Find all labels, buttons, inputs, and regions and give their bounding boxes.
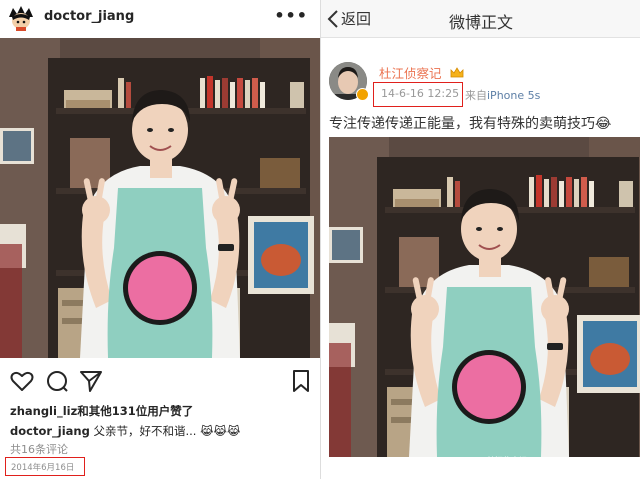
verified-badge-icon: [356, 88, 369, 101]
source-prefix: 来自: [465, 89, 487, 102]
source-device[interactable]: iPhone 5s: [487, 89, 540, 102]
heart-icon[interactable]: [9, 368, 35, 394]
back-chevron-icon: [327, 9, 338, 28]
post-source: 来自iPhone 5s: [465, 87, 540, 103]
weibo-post-panel: 微博正文 返回 杜江侦察记 14-6-16 12:25 来自iPhone 5s …: [320, 0, 640, 479]
share-icon[interactable]: [78, 368, 104, 394]
likes-count[interactable]: zhangli_liz和其他131位用户赞了: [10, 403, 193, 419]
post-date: 2014年6月16日: [11, 463, 75, 473]
back-label: 返回: [341, 10, 372, 28]
photo-watermark: @杜江侦察记: [479, 456, 527, 465]
comment-icon[interactable]: [44, 368, 70, 394]
view-comments-link[interactable]: 共16条评论: [10, 441, 68, 457]
instagram-post-panel: doctor_jiang ••• zhangli_liz和其他131位用户赞了 …: [0, 0, 320, 479]
bookmark-icon[interactable]: [288, 368, 314, 394]
caption-text: 父亲节，好不和谐... 😹😹😹: [89, 424, 241, 438]
post-photo[interactable]: [0, 38, 320, 358]
top-nav-bar: 微博正文 返回: [321, 0, 640, 38]
post-username[interactable]: doctor_jiang: [44, 9, 134, 24]
caption-username[interactable]: doctor_jiang: [10, 424, 90, 438]
author-name[interactable]: 杜江侦察记: [379, 63, 442, 82]
back-button[interactable]: 返回: [327, 8, 371, 29]
more-icon[interactable]: •••: [274, 6, 308, 25]
post-date-highlight: 2014年6月16日: [5, 457, 85, 476]
post-text: 专注传递传递正能量，我有特殊的卖萌技巧😂: [329, 116, 612, 132]
crown-emoji-icon: [450, 64, 464, 78]
user-avatar[interactable]: [7, 5, 35, 31]
post-header: doctor_jiang •••: [0, 0, 320, 36]
post-action-bar: [0, 366, 320, 396]
post-timestamp: 14-6-16 12:25: [381, 87, 460, 100]
post-photo[interactable]: @杜江侦察记: [329, 137, 640, 472]
post-caption: doctor_jiang 父亲节，好不和谐... 😹😹😹: [10, 423, 240, 439]
